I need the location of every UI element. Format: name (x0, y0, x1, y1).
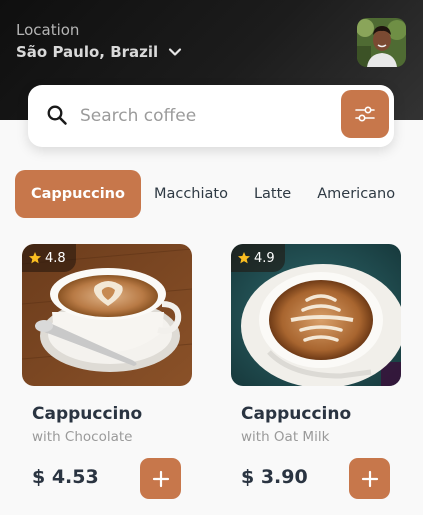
product-name: Cappuccino (32, 404, 143, 424)
tab-cappuccino[interactable]: Cappuccino (15, 170, 141, 218)
product-name: Cappuccino (241, 404, 352, 424)
star-icon (29, 252, 41, 264)
product-image: 4.8 (22, 244, 192, 386)
star-icon (238, 252, 250, 264)
location-label: Location (16, 21, 80, 39)
plus-icon (361, 470, 378, 487)
rating-value: 4.8 (45, 250, 66, 266)
search-bar (28, 85, 394, 147)
search-input[interactable] (80, 99, 310, 133)
product-subtitle: with Oat Milk (241, 429, 330, 445)
product-card[interactable]: 4.8 Cappuccino with Chocolate $ 4.53 (22, 244, 192, 509)
add-to-cart-button[interactable] (349, 458, 390, 499)
product-price: $ 3.90 (241, 466, 308, 488)
tab-macchiato[interactable]: Macchiato (141, 186, 241, 202)
location-selector[interactable]: São Paulo, Brazil (16, 43, 182, 61)
rating-value: 4.9 (254, 250, 275, 266)
sliders-icon (355, 106, 375, 122)
product-card[interactable]: 4.9 Cappuccino with Oat Milk $ 3.90 (231, 244, 401, 509)
avatar[interactable] (357, 18, 406, 67)
product-image: 4.9 (231, 244, 401, 386)
product-subtitle: with Chocolate (32, 429, 133, 445)
chevron-down-icon (169, 48, 182, 56)
product-price: $ 4.53 (32, 466, 99, 488)
tab-americano[interactable]: Americano (304, 186, 408, 202)
location-value: São Paulo, Brazil (16, 43, 159, 61)
filter-button[interactable] (341, 90, 389, 138)
search-icon (47, 105, 67, 125)
add-to-cart-button[interactable] (140, 458, 181, 499)
rating-badge: 4.8 (22, 244, 76, 272)
plus-icon (152, 470, 169, 487)
tab-latte[interactable]: Latte (241, 186, 304, 202)
category-tabs: Cappuccino Macchiato Latte Americano (15, 170, 423, 218)
rating-badge: 4.9 (231, 244, 285, 272)
